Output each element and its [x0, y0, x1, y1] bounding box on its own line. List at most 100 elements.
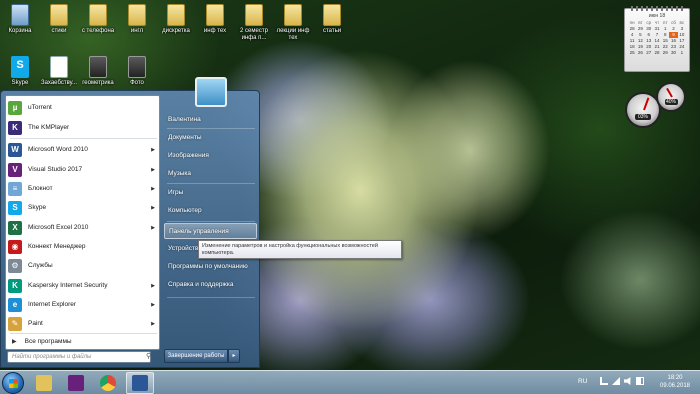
start-menu-program[interactable]: K Kaspersky Internet Security ▶	[8, 276, 159, 295]
submenu-arrow-icon[interactable]: ▶	[151, 167, 155, 173]
desktop-icon-label: геометрика	[82, 80, 114, 86]
start-menu-program[interactable]: µ uTorrent	[8, 98, 159, 117]
document-icon	[50, 56, 68, 78]
start-menu-program[interactable]: ◉ Коннект Менеджер	[8, 237, 159, 256]
network-icon[interactable]	[612, 377, 620, 385]
program-label: Microsoft Excel 2010	[28, 224, 89, 231]
start-right-item[interactable]: Компьютер	[164, 203, 257, 219]
ram-value: 40%	[664, 99, 678, 106]
desktop-icon-label: с телефона	[81, 28, 115, 34]
desktop-icon[interactable]: геометрика	[78, 56, 118, 87]
taskbar-button[interactable]	[30, 372, 58, 394]
taskbar-clock[interactable]: 18:20 09.06.2018	[654, 374, 696, 390]
desktop-icon-label: статьи	[322, 28, 342, 34]
desktop-icon[interactable]: ингл	[117, 4, 157, 35]
taskbar-button[interactable]	[94, 372, 122, 394]
user-avatar[interactable]	[195, 77, 227, 107]
calendar-day[interactable]: 29	[661, 50, 669, 56]
windows-logo-icon	[9, 379, 18, 388]
search-icon[interactable]: ⚲	[146, 353, 156, 361]
calendar-day[interactable]: 25	[628, 50, 636, 56]
submenu-arrow-icon[interactable]: ▶	[151, 225, 155, 231]
start-menu-program[interactable]: K The KMPlayer	[8, 118, 159, 137]
start-right-item[interactable]: Игры	[164, 185, 257, 201]
desktop-icon[interactable]: стики	[39, 4, 79, 35]
desktop-icon[interactable]: лекции инф тех	[273, 4, 313, 42]
calendar-day[interactable]: 30	[669, 50, 677, 56]
cpu-value: 03%	[635, 114, 651, 121]
folder-icon	[89, 4, 107, 26]
program-label: Paint	[28, 320, 43, 327]
desktop-icon-label: 2 семестр инфа п...	[240, 28, 268, 41]
calendar-day[interactable]: 27	[645, 50, 653, 56]
battery-icon[interactable]	[636, 377, 644, 385]
services-icon: ⚙	[8, 258, 22, 273]
desktop-icon[interactable]: S Skype	[0, 56, 40, 87]
calendar-gadget[interactable]: июн 18 пн вт ср чт пт сб вс 28 29 30 31 1 2 3 4 5 6 7 8 9 10…	[624, 6, 690, 72]
right-pane-separator	[167, 128, 255, 129]
visual-studio-icon	[68, 375, 84, 391]
shutdown-options-button[interactable]: ▸	[228, 349, 240, 363]
start-menu-program[interactable]: ✎ Paint ▶	[8, 314, 159, 333]
start-menu-program[interactable]: X Microsoft Excel 2010 ▶	[8, 218, 159, 237]
desktop-icon[interactable]: с телефона	[78, 4, 118, 35]
start-menu-program[interactable]: ≡ Блокнот ▶	[8, 179, 159, 198]
start-menu: µ uTorrent K The KMPlayer W Microsoft Word 20…	[0, 77, 260, 368]
visual-studio-icon: V	[8, 162, 22, 177]
desktop-icon[interactable]: статьи	[312, 4, 352, 35]
start-right-item[interactable]: Панель управления	[164, 223, 257, 239]
taskbar-button[interactable]	[62, 372, 90, 394]
calendar-day[interactable]: 28	[653, 50, 661, 56]
desktop-icon[interactable]: инф тех	[195, 4, 235, 35]
calendar-day[interactable]: 1	[678, 50, 686, 56]
desktop-icon[interactable]: 2 семестр инфа п...	[234, 4, 274, 42]
desktop-icon[interactable]: Фото	[117, 56, 157, 87]
program-label: Коннект Менеджер	[28, 243, 86, 250]
kaspersky-icon: K	[8, 278, 22, 293]
start-right-item[interactable]: Документы	[164, 130, 257, 146]
start-right-item[interactable]: Программы по умолчанию	[164, 259, 257, 275]
start-menu-program[interactable]: V Visual Studio 2017 ▶	[8, 160, 159, 179]
desktop-icon[interactable]: Корзина	[0, 4, 40, 35]
excel-icon: X	[8, 220, 22, 235]
control-panel-tooltip: Изменение параметров и настройка функцио…	[198, 240, 402, 259]
start-menu-program[interactable]: ⚙ Службы	[8, 256, 159, 275]
program-label: uTorrent	[28, 104, 52, 111]
start-search-input[interactable]: Найти программы и файлы ⚲	[7, 351, 151, 363]
start-menu-program[interactable]: S Skype ▶	[8, 198, 159, 217]
calendar-month: июн 18	[648, 13, 666, 19]
start-right-item[interactable]: Изображения	[164, 148, 257, 164]
calendar-day[interactable]: 26	[636, 50, 644, 56]
desktop-icon[interactable]: Захаебству...	[39, 56, 79, 87]
taskbar-button[interactable]	[126, 372, 154, 394]
start-right-item[interactable]: Музыка	[164, 166, 257, 182]
right-pane-separator	[167, 183, 255, 184]
kmplayer-icon: K	[8, 120, 22, 135]
submenu-arrow-icon[interactable]: ▶	[151, 321, 155, 327]
start-menu-program[interactable]: e Internet Explorer ▶	[8, 295, 159, 314]
ram-meter-gadget[interactable]: 40%	[656, 82, 686, 112]
start-button[interactable]	[2, 372, 24, 394]
program-label: Skype	[28, 204, 47, 211]
desktop-icon[interactable]: дискретка	[156, 4, 196, 35]
start-menu-program[interactable]: W Microsoft Word 2010 ▶	[8, 140, 159, 159]
folder-icon	[128, 4, 146, 26]
paint-icon: ✎	[8, 316, 22, 331]
submenu-arrow-icon[interactable]: ▶	[151, 147, 155, 153]
program-label: Visual Studio 2017	[28, 166, 83, 173]
start-right-item[interactable]: Справка и поддержка	[164, 277, 257, 293]
all-programs-button[interactable]: ▶ Все программы	[8, 334, 159, 349]
submenu-arrow-icon[interactable]: ▶	[151, 186, 155, 192]
shutdown-button[interactable]: Завершение работы	[164, 349, 228, 363]
volume-icon[interactable]	[624, 377, 631, 385]
skype-icon: S	[8, 200, 22, 215]
submenu-arrow-icon[interactable]: ▶	[151, 205, 155, 211]
tray-flag-icon[interactable]	[600, 377, 608, 385]
right-pane-separator	[167, 221, 255, 222]
submenu-arrow-icon[interactable]: ▶	[151, 283, 155, 289]
calendar-rings	[631, 6, 683, 11]
language-indicator[interactable]: RU	[578, 378, 587, 385]
start-right-item[interactable]: Валентина	[164, 112, 257, 128]
desktop-icon-label: ингл	[130, 28, 144, 34]
submenu-arrow-icon[interactable]: ▶	[151, 302, 155, 308]
